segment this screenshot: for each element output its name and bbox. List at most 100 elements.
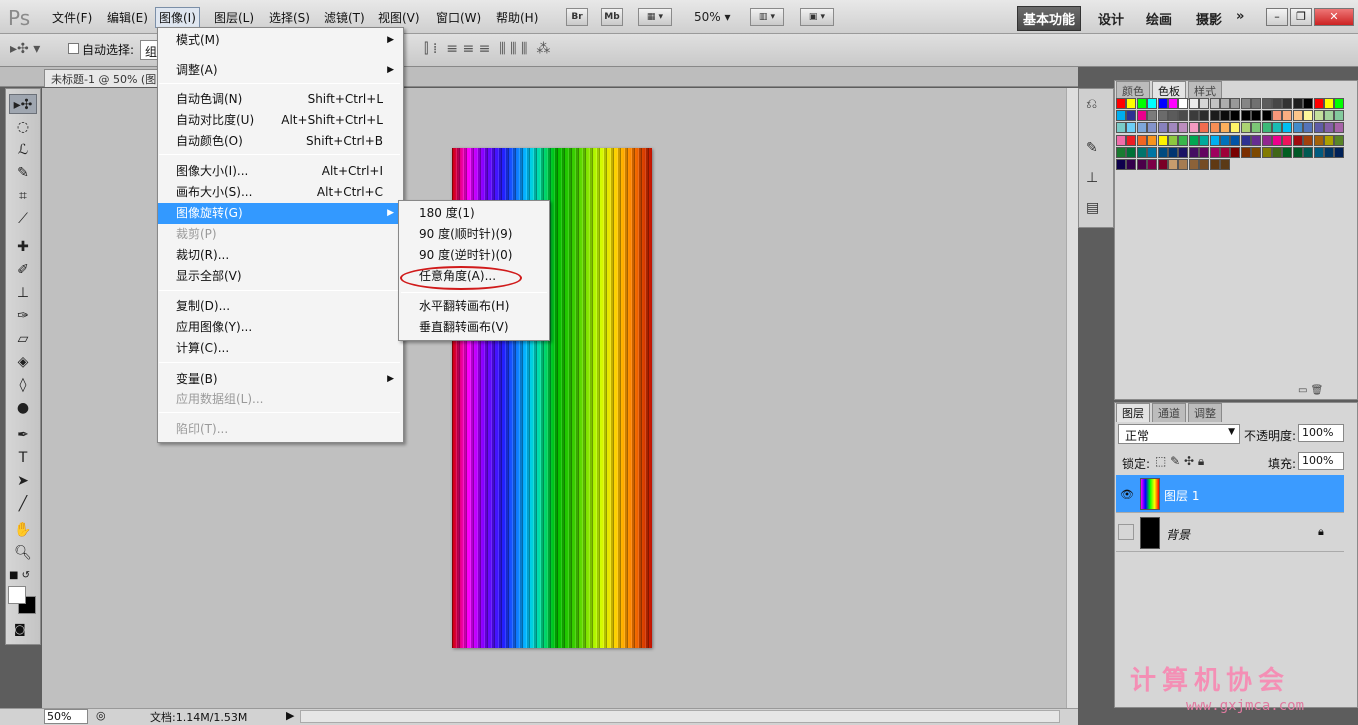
color-swatch[interactable] — [1209, 110, 1220, 122]
restore-icon[interactable]: ❐ — [1290, 8, 1312, 26]
zoom-level-dropdown[interactable]: 50% ▾ — [694, 10, 731, 24]
marquee-tool-icon[interactable]: ◌ — [9, 117, 37, 137]
move-tool-preset-icon[interactable]: ▸✣ ▾ — [10, 41, 40, 57]
color-swatch[interactable] — [1147, 159, 1158, 170]
color-swatch[interactable] — [1116, 98, 1126, 109]
color-swatch[interactable] — [1240, 146, 1251, 158]
image-menu-item[interactable]: 自动色调(N) Shift+Ctrl+L — [158, 89, 401, 110]
visibility-toggle-empty[interactable] — [1118, 524, 1134, 540]
color-swatch[interactable] — [1147, 122, 1158, 134]
color-swatch[interactable] — [1199, 98, 1210, 109]
color-swatch[interactable] — [1116, 134, 1126, 146]
color-swatch[interactable] — [1178, 134, 1189, 146]
color-swatch[interactable] — [1147, 146, 1158, 158]
auto-select-checkbox[interactable] — [68, 43, 79, 54]
menu-filter[interactable]: 滤镜(T) — [324, 9, 365, 26]
status-menu-arrow[interactable]: ▶ — [286, 709, 294, 722]
color-swatch[interactable] — [1209, 159, 1220, 170]
color-swatch[interactable] — [1126, 110, 1137, 122]
color-swatch[interactable] — [1240, 110, 1251, 122]
image-menu-item[interactable]: 裁切(R)... — [158, 245, 401, 266]
color-swatch[interactable] — [1313, 146, 1324, 158]
status-zoom[interactable]: 50% — [44, 709, 88, 724]
color-swatch[interactable] — [1168, 122, 1178, 134]
color-swatch[interactable] — [1282, 146, 1293, 158]
color-swatch[interactable] — [1313, 134, 1324, 146]
color-swatch[interactable] — [1199, 134, 1210, 146]
color-swatch[interactable] — [1272, 122, 1282, 134]
color-swatch[interactable] — [1178, 122, 1189, 134]
image-menu-item[interactable]: 图像旋转(G) ▶ — [158, 203, 401, 224]
workspace-design[interactable]: 设计 — [1098, 9, 1124, 28]
image-menu-item[interactable]: 变量(B) ▶ — [158, 369, 401, 390]
color-swatch[interactable] — [1303, 122, 1314, 134]
color-swatch[interactable] — [1209, 98, 1220, 109]
color-swatch[interactable] — [1303, 134, 1314, 146]
color-swatch[interactable] — [1251, 134, 1262, 146]
menu-file[interactable]: 文件(F) — [52, 9, 92, 26]
image-menu-item[interactable]: 应用图像(Y)... — [158, 317, 401, 338]
minibridge-button[interactable]: Mb — [601, 8, 623, 26]
color-swatch[interactable] — [1334, 98, 1345, 109]
image-menu-item[interactable]: 自动颜色(O) Shift+Ctrl+B — [158, 131, 401, 152]
bridge-button[interactable]: Br — [566, 8, 588, 26]
color-swatch[interactable] — [1168, 134, 1178, 146]
rotate-90-ccw[interactable]: 90 度(逆时针)(0) — [399, 245, 547, 266]
color-swatch[interactable] — [1178, 98, 1189, 109]
color-swatch[interactable] — [1282, 98, 1293, 109]
image-menu-item[interactable]: 计算(C)... — [158, 338, 401, 359]
color-swatch[interactable] — [1188, 98, 1199, 109]
color-swatch[interactable] — [1230, 122, 1241, 134]
color-swatch[interactable] — [1220, 159, 1230, 170]
color-swatch[interactable] — [1240, 122, 1251, 134]
quick-mask-icon[interactable]: ◙ — [14, 622, 26, 636]
view-extras-button[interactable]: ▦ ▾ — [638, 8, 672, 26]
color-swatch[interactable] — [1334, 146, 1345, 158]
color-swatch[interactable] — [1240, 98, 1251, 109]
color-swatch[interactable] — [1136, 110, 1147, 122]
rotate-90-cw[interactable]: 90 度(顺时针)(9) — [399, 224, 547, 245]
image-menu-item[interactable]: 图像大小(I)... Alt+Ctrl+I — [158, 161, 401, 182]
arrange-documents-button[interactable]: ▥ ▾ — [750, 8, 784, 26]
color-swatch[interactable] — [1136, 122, 1147, 134]
vertical-scrollbar[interactable] — [1066, 88, 1078, 708]
color-swatch[interactable] — [1261, 98, 1272, 109]
foreground-color-swatch[interactable] — [8, 586, 26, 604]
color-swatch[interactable] — [1188, 159, 1199, 170]
swatch-actions[interactable]: ▭ 🗑︎ — [1298, 385, 1323, 396]
color-swatch[interactable] — [1230, 134, 1241, 146]
color-swatch[interactable] — [1261, 122, 1272, 134]
align-icons[interactable]: ⫿ ⁞ ≡ ≡ ≡ ⫼ ⫼ ⫼ ⁂ — [424, 41, 550, 57]
color-swatch[interactable] — [1126, 159, 1137, 170]
color-swatch[interactable] — [1261, 134, 1272, 146]
color-swatch[interactable] — [1303, 110, 1314, 122]
color-swatch[interactable] — [1240, 134, 1251, 146]
color-swatch[interactable] — [1136, 134, 1147, 146]
tab-channels[interactable]: 通道 — [1152, 403, 1186, 422]
color-swatch[interactable] — [1126, 146, 1137, 158]
color-swatch[interactable] — [1126, 122, 1137, 134]
color-swatch[interactable] — [1199, 110, 1210, 122]
document-tab[interactable]: 未标题-1 @ 50% (图 — [44, 69, 164, 87]
color-swatch[interactable] — [1324, 134, 1334, 146]
color-swatch[interactable] — [1126, 98, 1137, 109]
tab-adjustments[interactable]: 调整 — [1188, 403, 1222, 422]
color-swatch[interactable] — [1178, 159, 1189, 170]
fill-input[interactable]: 100% — [1298, 452, 1344, 470]
color-swatch[interactable] — [1282, 122, 1293, 134]
color-swatch[interactable] — [1188, 110, 1199, 122]
color-swatch[interactable] — [1251, 98, 1262, 109]
color-swatch[interactable] — [1230, 98, 1241, 109]
menu-layer[interactable]: 图层(L) — [214, 9, 254, 26]
menu-edit[interactable]: 编辑(E) — [107, 9, 148, 26]
color-swatch[interactable] — [1261, 110, 1272, 122]
menu-help[interactable]: 帮助(H) — [496, 9, 538, 26]
color-swatch[interactable] — [1126, 134, 1137, 146]
color-swatch[interactable] — [1209, 146, 1220, 158]
blend-mode-select[interactable]: 正常 ▼ — [1118, 424, 1240, 444]
color-swatch[interactable] — [1209, 122, 1220, 134]
image-menu-item[interactable]: 显示全部(V) — [158, 266, 401, 287]
color-swatch[interactable] — [1292, 110, 1303, 122]
opacity-input[interactable]: 100% — [1298, 424, 1344, 442]
healing-brush-icon[interactable]: ✚ — [9, 237, 37, 257]
